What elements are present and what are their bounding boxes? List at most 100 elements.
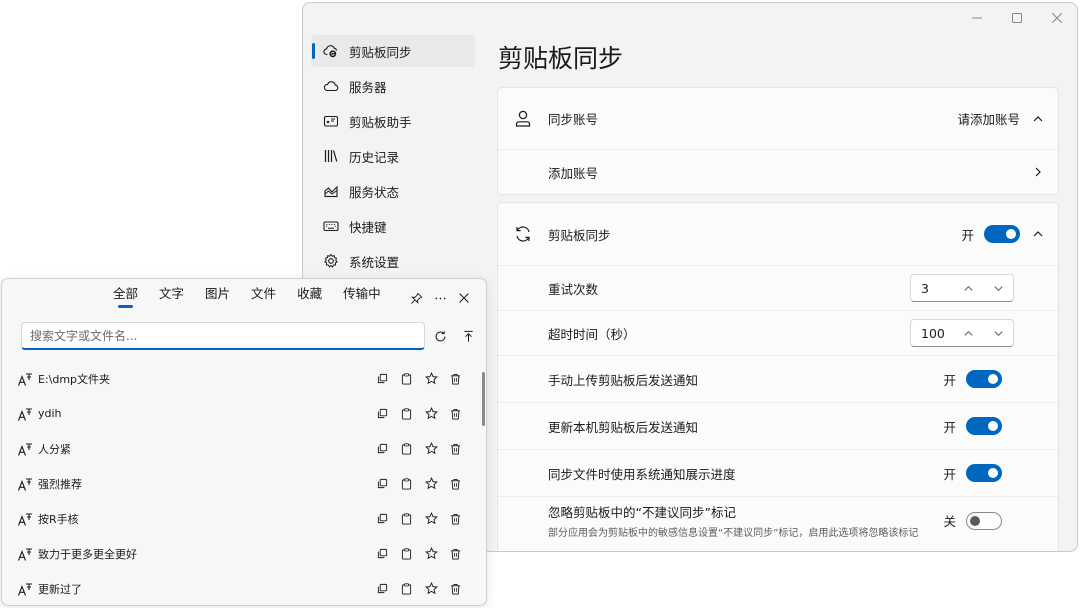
retry-count-stepper[interactable]: 3 [910, 274, 1014, 302]
timeout-row: 超时时间（秒） 100 [498, 310, 1058, 355]
pin-button[interactable] [404, 289, 428, 307]
notify-update-state: 开 [943, 419, 956, 435]
ignore-flag-text: 忽略剪贴板中的“不建议同步”标记 部分应用会为剪贴板中的敏感信息设置“不建议同步… [548, 502, 918, 539]
add-account-row[interactable]: 添加账号 [498, 149, 1058, 194]
chevron-up-icon[interactable] [959, 324, 977, 342]
delete-icon[interactable] [448, 476, 464, 492]
refresh-button[interactable] [430, 327, 450, 345]
clipboard-list: E:\dmp文件夹 ydih 人分紧 强烈推荐 按R手核 致力于更多更全更好 更… [2, 361, 486, 605]
sync-icon [512, 223, 534, 245]
progress-notify-state: 开 [943, 466, 956, 482]
paste-icon[interactable] [399, 406, 415, 422]
sync-account-right: 请添加账号 [957, 109, 1044, 128]
sync-account-value: 请添加账号 [957, 112, 1020, 127]
search-input[interactable] [22, 323, 424, 348]
copy-icon[interactable] [374, 441, 390, 457]
tab-files[interactable]: 文件 [251, 286, 276, 308]
progress-notify-row: 同步文件时使用系统通知展示进度 开 [498, 449, 1058, 496]
delete-icon[interactable] [448, 371, 464, 387]
timeout-value: 100 [921, 325, 945, 341]
tab-transferring[interactable]: 传输中 [343, 286, 381, 308]
copy-icon[interactable] [374, 476, 390, 492]
paste-icon[interactable] [399, 476, 415, 492]
star-icon[interactable] [423, 476, 439, 492]
list-item[interactable]: 人分紧 [2, 431, 486, 466]
ignore-flag-toggle[interactable] [966, 511, 1002, 530]
delete-icon[interactable] [448, 406, 464, 422]
text-type-icon [17, 372, 32, 386]
paste-icon[interactable] [399, 581, 415, 597]
notify-upload-row: 手动上传剪贴板后发送通知 开 [498, 355, 1058, 402]
gear-icon [323, 253, 339, 269]
person-icon [512, 108, 534, 130]
star-icon[interactable] [423, 511, 439, 527]
list-item[interactable]: 致力于更多更全更好 [2, 536, 486, 571]
clipboard-sync-card: 剪贴板同步 开 重试次数 3 超时时间（秒） 100 手动上传剪贴板后发送通知 … [497, 202, 1059, 551]
paste-icon[interactable] [399, 546, 415, 562]
notify-update-label: 更新本机剪贴板后发送通知 [548, 419, 699, 435]
chevron-down-icon[interactable] [989, 279, 1007, 297]
copy-icon[interactable] [374, 406, 390, 422]
popup-close-button[interactable] [452, 289, 476, 307]
list-item[interactable]: ydih [2, 396, 486, 431]
list-item[interactable]: 更新过了 [2, 571, 486, 605]
clipboard-sync-label: 剪贴板同步 [548, 227, 611, 243]
star-icon[interactable] [423, 371, 439, 387]
scroll-top-button[interactable] [458, 327, 478, 345]
tab-text[interactable]: 文字 [159, 286, 184, 308]
chevron-up-icon[interactable] [959, 279, 977, 297]
tab-all[interactable]: 全部 [113, 286, 138, 308]
delete-icon[interactable] [448, 511, 464, 527]
list-scrollbar[interactable] [482, 372, 485, 426]
star-icon[interactable] [423, 406, 439, 422]
star-icon[interactable] [423, 441, 439, 457]
paste-icon[interactable] [399, 511, 415, 527]
chevron-down-icon[interactable] [989, 324, 1007, 342]
progress-notify-toggle[interactable] [966, 464, 1002, 482]
more-button[interactable] [428, 289, 452, 307]
list-item-text: ydih [38, 407, 62, 420]
list-item[interactable]: E:\dmp文件夹 [2, 361, 486, 396]
tab-images[interactable]: 图片 [205, 286, 230, 308]
chevron-up-icon[interactable] [1032, 113, 1044, 125]
sidebar-item-system-settings[interactable]: 系统设置 [311, 245, 475, 277]
star-icon[interactable] [423, 581, 439, 597]
sidebar-item-service-status[interactable]: 服务状态 [311, 175, 475, 207]
copy-icon[interactable] [374, 581, 390, 597]
copy-icon[interactable] [374, 371, 390, 387]
notify-update-toggle[interactable] [966, 417, 1002, 435]
sidebar-item-history[interactable]: 历史记录 [311, 140, 475, 172]
chevron-up-icon[interactable] [1032, 228, 1044, 240]
clipboard-sync-row[interactable]: 剪贴板同步 开 [498, 203, 1058, 265]
sidebar-item-clipboard-assistant[interactable]: 剪贴板助手 [311, 105, 475, 137]
paste-icon[interactable] [399, 441, 415, 457]
sync-account-row[interactable]: 同步账号 请添加账号 [498, 88, 1058, 149]
sidebar-item-server[interactable]: 服务器 [311, 70, 475, 102]
delete-icon[interactable] [448, 546, 464, 562]
copy-icon[interactable] [374, 546, 390, 562]
search-box [21, 322, 425, 350]
star-icon[interactable] [423, 546, 439, 562]
delete-icon[interactable] [448, 441, 464, 457]
close-icon [459, 293, 469, 303]
pin-icon [410, 292, 422, 304]
list-item[interactable]: 强烈推荐 [2, 466, 486, 501]
clipboard-sync-toggle[interactable] [984, 225, 1020, 243]
delete-icon[interactable] [448, 581, 464, 597]
notify-upload-toggle[interactable] [966, 370, 1002, 388]
tab-favorites[interactable]: 收藏 [297, 286, 322, 308]
text-type-icon [17, 512, 32, 526]
clipboard-assistant-icon [323, 113, 339, 129]
list-item-text: 致力于更多更全更好 [38, 547, 137, 561]
ignore-flag-state: 关 [943, 514, 956, 529]
list-item[interactable]: 按R手核 [2, 501, 486, 536]
timeout-stepper[interactable]: 100 [910, 319, 1014, 347]
sidebar-item-shortcuts[interactable]: 快捷键 [311, 210, 475, 242]
copy-icon[interactable] [374, 511, 390, 527]
paste-icon[interactable] [399, 371, 415, 387]
account-card: 同步账号 请添加账号 添加账号 [497, 87, 1059, 195]
progress-notify-right: 开 [943, 464, 1002, 483]
add-account-right [1020, 166, 1044, 178]
list-item-text: 更新过了 [38, 582, 82, 596]
sidebar-item-clipboard-sync[interactable]: 剪贴板同步 [311, 35, 475, 67]
